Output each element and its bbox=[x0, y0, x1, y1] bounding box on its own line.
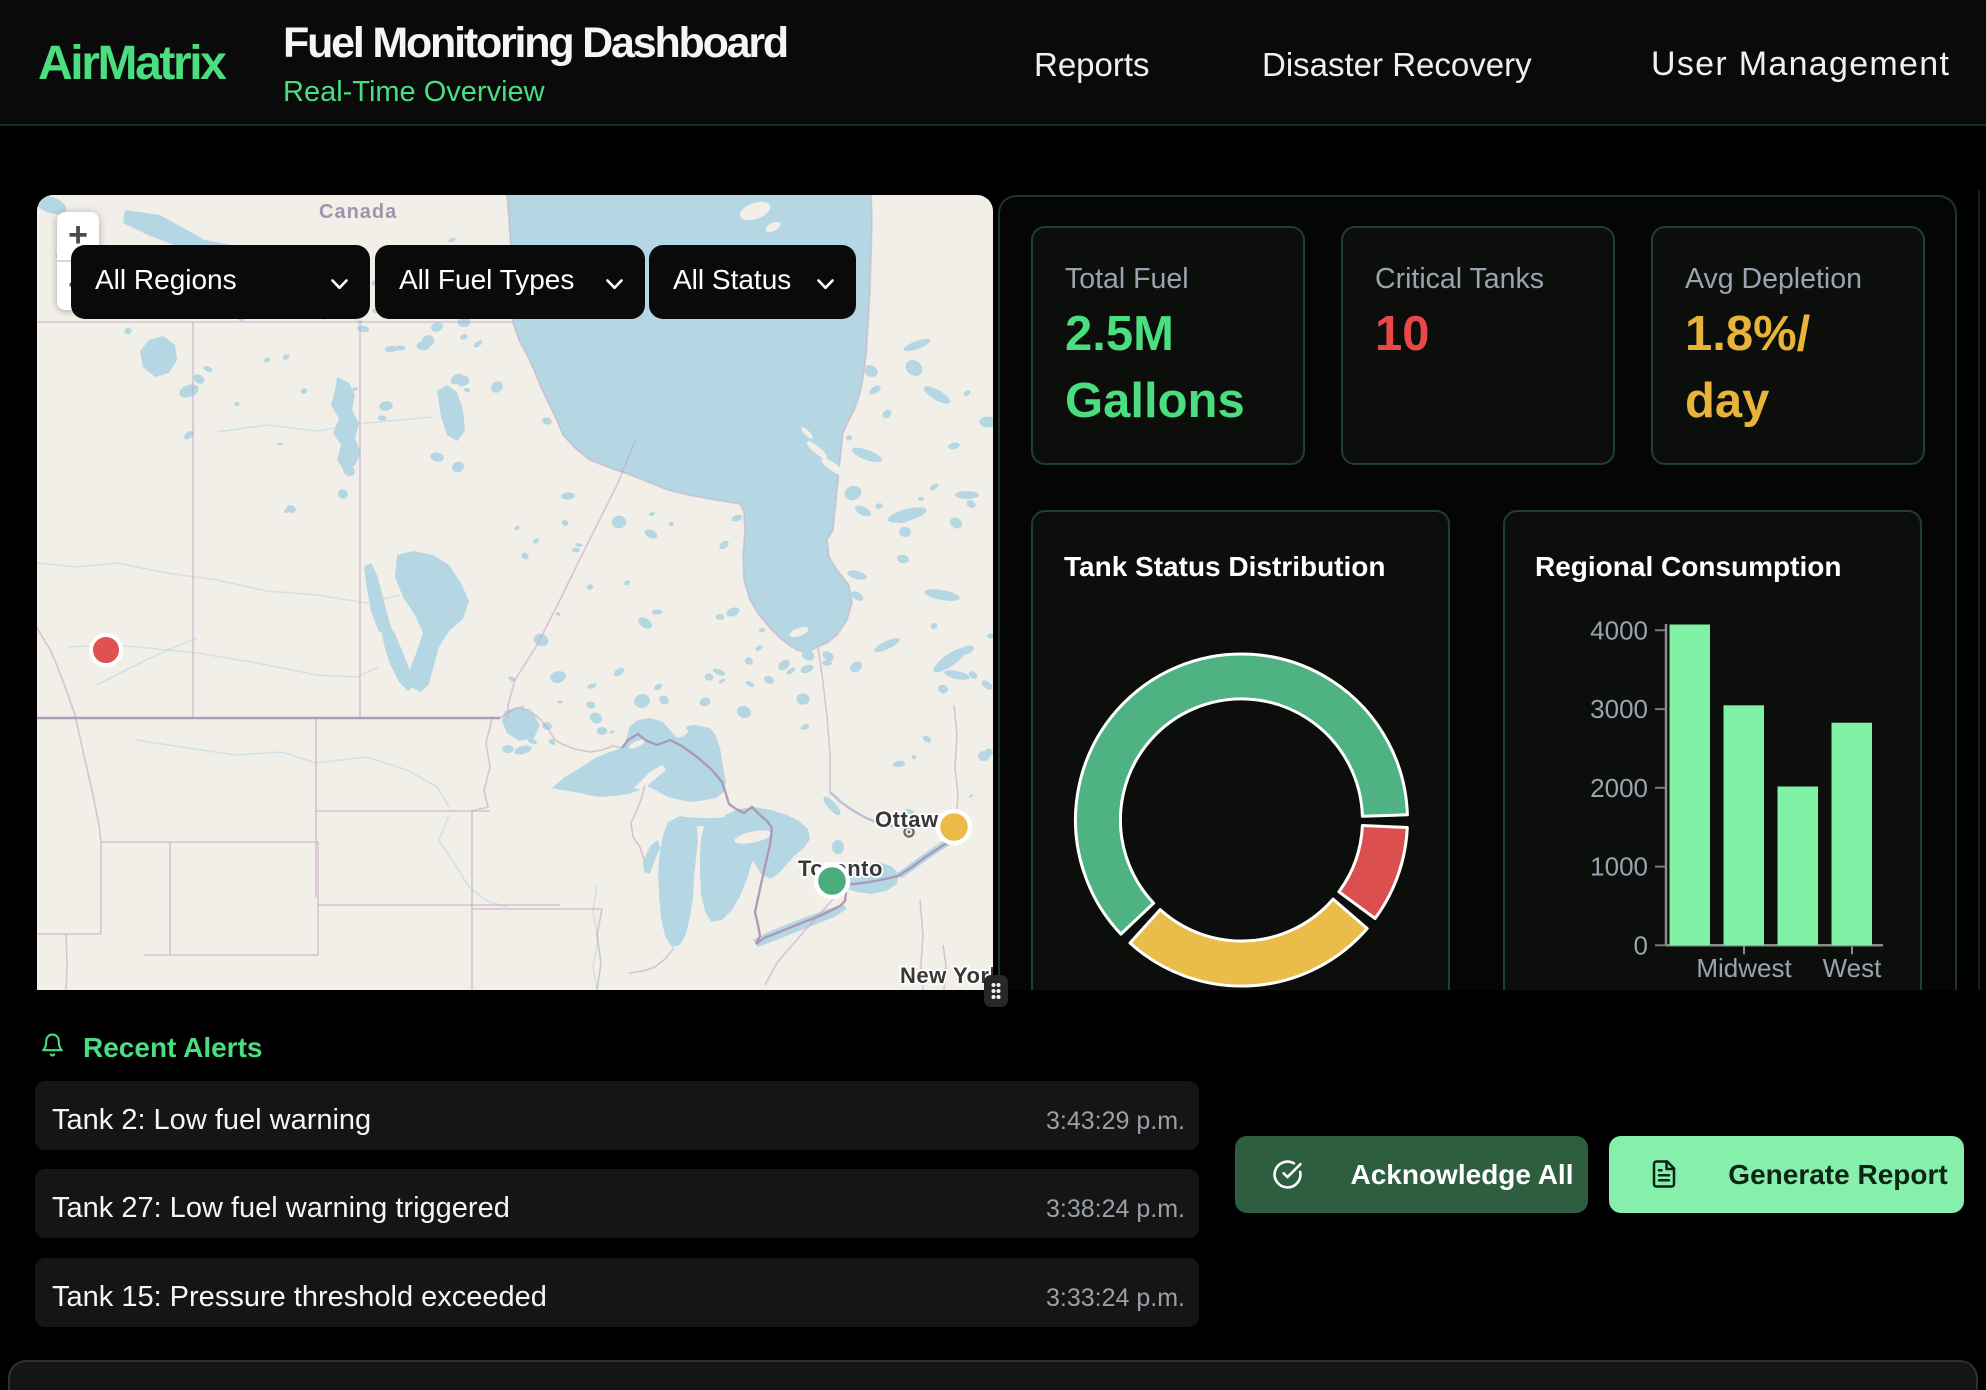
svg-text:Midwest: Midwest bbox=[1696, 953, 1792, 983]
svg-text:Canada: Canada bbox=[319, 201, 397, 223]
svg-text:1000: 1000 bbox=[1590, 852, 1648, 882]
svg-text:3000: 3000 bbox=[1590, 694, 1648, 724]
svg-text:0: 0 bbox=[1634, 930, 1648, 960]
svg-text:2000: 2000 bbox=[1590, 773, 1648, 803]
svg-text:4000: 4000 bbox=[1590, 615, 1648, 645]
svg-text:New York: New York bbox=[900, 963, 993, 988]
svg-text:West: West bbox=[1823, 953, 1883, 983]
